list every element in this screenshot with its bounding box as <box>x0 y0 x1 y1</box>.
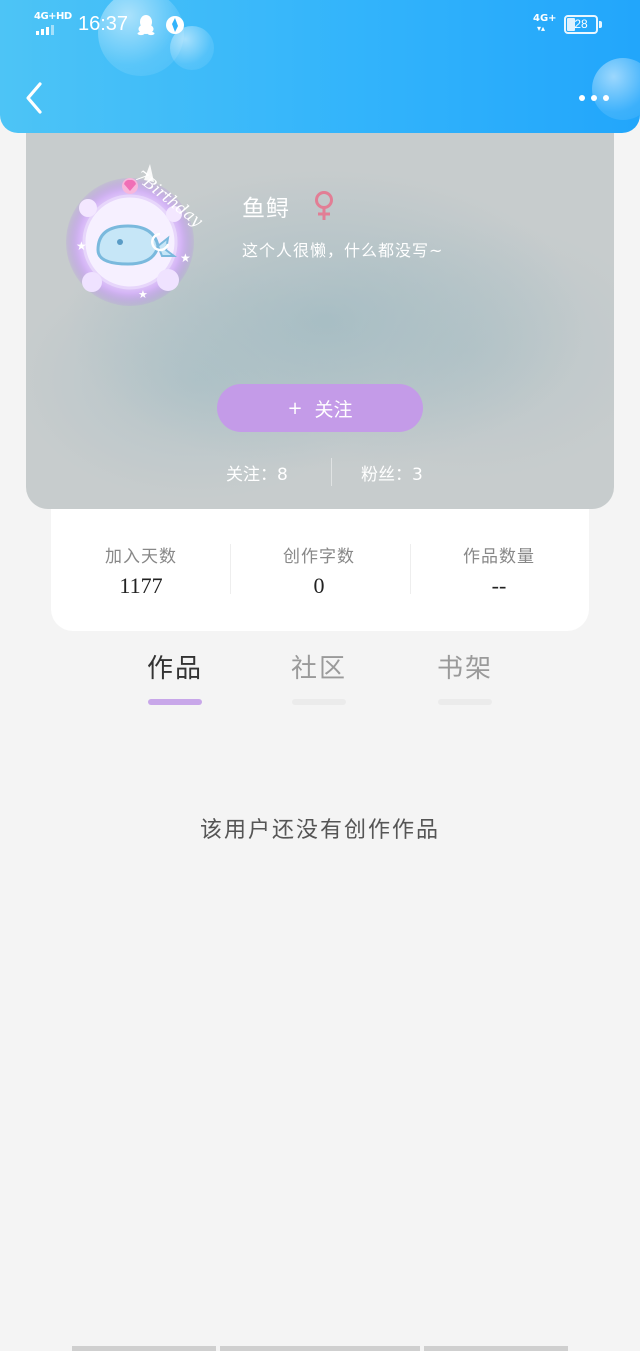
network-type-left: 4G+HD <box>34 11 72 22</box>
more-options-button[interactable] <box>574 84 614 112</box>
stats-card: 加入天数 1177 创作字数 0 作品数量 -- <box>51 500 589 631</box>
chevron-left-icon <box>26 82 42 114</box>
battery-icon: 28 <box>564 15 602 34</box>
tab-bookshelf[interactable]: 书架 <box>430 648 500 705</box>
tab-indicator <box>148 699 202 705</box>
stat-label: 创作字数 <box>283 547 355 567</box>
more-dots-icon <box>579 95 609 101</box>
bottom-edge-strip <box>220 1346 420 1351</box>
profile-tabs: 作品 社区 书架 <box>0 648 640 708</box>
network-type-right: 4G+ <box>533 13 557 24</box>
stats-divider <box>331 458 332 486</box>
status-bar: 4G+HD 16:37 4G+ ▾▴ 28 <box>0 0 640 52</box>
svg-text:★: ★ <box>138 288 148 301</box>
plus-icon: + <box>287 397 303 419</box>
profile-card: 7Birthday ★ ★ ★ 鱼鲟 这个人很懒，什么都没写~ + 关注 关注：… <box>26 120 614 509</box>
user-bio: 这个人很懒，什么都没写~ <box>242 241 444 260</box>
female-gender-icon <box>315 191 333 220</box>
empty-state-message: 该用户还没有创作作品 <box>199 818 440 843</box>
back-button[interactable] <box>16 78 56 118</box>
stat-label: 作品数量 <box>463 547 535 567</box>
following-count[interactable]: 关注：8 <box>226 460 288 485</box>
tab-label: 作品 <box>146 654 203 684</box>
tab-label: 社区 <box>290 654 347 684</box>
mobile-data-icon: 4G+ ▾▴ <box>533 13 557 35</box>
follow-button-label: 关注 <box>314 398 353 421</box>
fans-count[interactable]: 粉丝：3 <box>361 460 423 485</box>
stat-word-count: 创作字数 0 <box>229 542 409 599</box>
bottom-edge-strip <box>72 1346 216 1351</box>
signal-bars-icon <box>36 25 54 35</box>
qq-icon <box>137 15 155 36</box>
follow-button[interactable]: + 关注 <box>217 384 423 432</box>
follow-stats: 关注：8 粉丝：3 <box>26 458 614 486</box>
data-arrows-icon: ▾▴ <box>537 24 546 33</box>
stat-value: 0 <box>313 573 325 598</box>
stat-value: 1177 <box>119 573 163 598</box>
tab-label: 书架 <box>436 654 493 684</box>
cellular-signal-icon: 4G+HD <box>34 11 72 35</box>
svg-text:★: ★ <box>76 239 87 253</box>
top-header: 4G+HD 16:37 4G+ ▾▴ 28 <box>0 0 640 133</box>
compass-icon <box>166 16 184 34</box>
stat-works-count: 作品数量 -- <box>409 542 589 599</box>
status-time: 16:37 <box>78 13 129 35</box>
tab-community[interactable]: 社区 <box>284 648 354 705</box>
tab-indicator <box>438 699 492 705</box>
stat-value: -- <box>491 573 507 598</box>
avatar[interactable]: 7Birthday ★ ★ ★ <box>64 150 214 310</box>
stat-label: 加入天数 <box>105 547 177 567</box>
tab-indicator <box>292 699 346 705</box>
bottom-edge-strip <box>424 1346 568 1351</box>
username: 鱼鲟 <box>242 196 290 222</box>
svg-text:★: ★ <box>180 251 191 265</box>
tab-works[interactable]: 作品 <box>140 648 210 705</box>
battery-level: 28 <box>574 17 588 31</box>
stat-joined-days: 加入天数 1177 <box>51 542 231 599</box>
